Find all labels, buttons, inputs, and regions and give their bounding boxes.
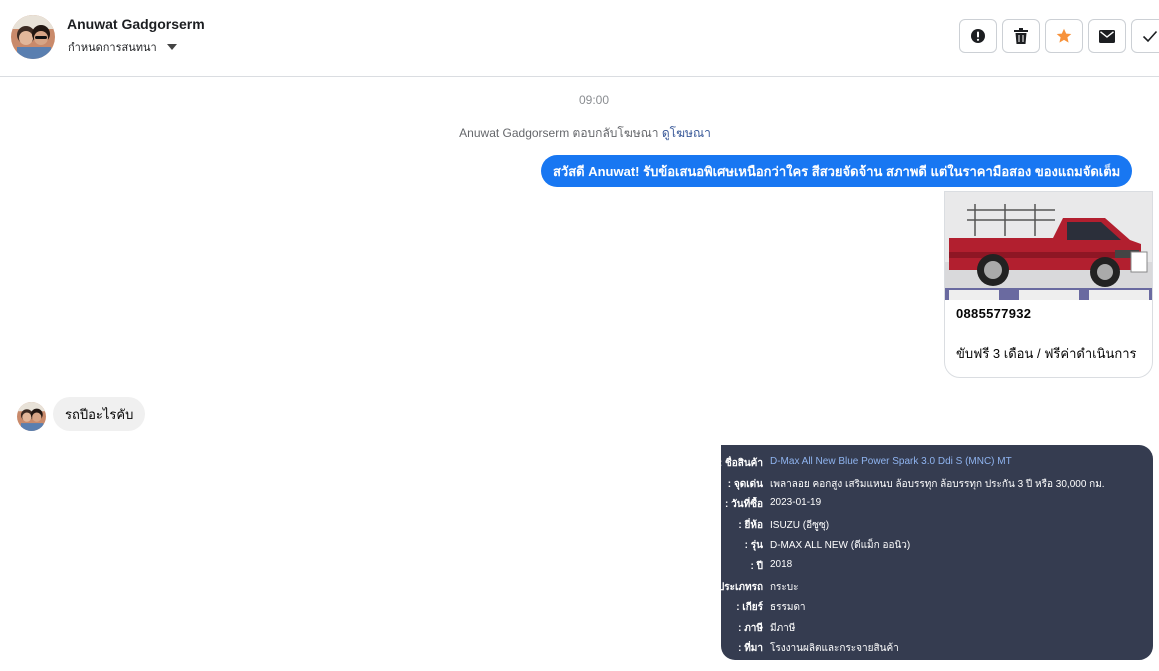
spec-value: ธรรมดา — [770, 602, 806, 614]
spec-value: โรงงานผลิตและกระจายสินค้า — [770, 643, 899, 655]
report-button[interactable] — [959, 19, 997, 53]
spec-row: ประเภทรถ : กระบะ — [721, 580, 1153, 600]
spec-value: D-MAX ALL NEW (ดีแม็ก ออนิว) — [770, 540, 911, 552]
spec-row: ยี่ห้อ : ISUZU (อีซูซุ) — [721, 518, 1153, 538]
spec-row: วันที่ซื้อ : 2023-01-19 — [721, 497, 1153, 517]
spec-label: ชื่อสินค้า : — [721, 458, 763, 469]
contact-name[interactable]: Anuwat Gadgorserm — [67, 16, 205, 32]
incoming-message[interactable]: รถปีอะไรคับ — [53, 397, 146, 431]
spec-row: เกียร์ : ธรรมดา — [721, 600, 1153, 620]
mark-unread-button[interactable] — [1088, 19, 1126, 53]
caret-down-icon — [166, 44, 177, 50]
conversation-label-text: กำหนดการสนทนา — [68, 42, 157, 54]
delete-button[interactable] — [1002, 19, 1040, 53]
mail-icon — [1099, 29, 1115, 43]
contact-avatar-small — [17, 402, 46, 431]
star-icon — [1056, 28, 1072, 43]
spec-value: เพลาลอย คอกสูง เสริมแหนบ ล้อบรรทุก ล้อบร… — [770, 478, 1105, 490]
spec-label: เกียร์ : — [736, 602, 763, 614]
spec-row: รุ่น : D-MAX ALL NEW (ดีแม็ก ออนิว) — [721, 538, 1153, 558]
spec-label: ที่มา : — [738, 643, 763, 655]
conversation-toolbar — [959, 19, 1159, 53]
outgoing-message[interactable]: สวัสดี Anuwat! รับข้อเสนอพิเศษเหนือกว่าใ… — [541, 155, 1133, 187]
done-button[interactable] — [1131, 19, 1159, 53]
spec-label: จุดเด่น : — [727, 478, 763, 490]
ad-card-image[interactable] — [945, 192, 1152, 300]
spec-row: จุดเด่น : เพลาลอย คอกสูง เสริมแหนบ ล้อบรร… — [721, 477, 1153, 497]
ad-reply-notice: Anuwat Gadgorserm ตอบกลับโฆษณา ดูโฆษณา — [0, 124, 1159, 143]
spec-label: ยี่ห้อ : — [738, 519, 763, 531]
ad-card-description: ขับฟรี 3 เดือน / ฟรีค่าดำเนินการ — [956, 346, 1137, 361]
spec-label: รุ่น : — [744, 540, 763, 552]
view-ad-link[interactable]: ดูโฆษณา — [662, 126, 711, 140]
spec-label: ภาษี : — [738, 622, 763, 634]
report-icon — [971, 29, 985, 43]
spec-label: ประเภทรถ : — [721, 581, 763, 593]
conversation-header: Anuwat Gadgorserm กำหนดการสนทนา — [0, 0, 1159, 77]
conversation-label-dropdown[interactable]: กำหนดการสนทนา — [68, 38, 177, 56]
spec-value: D-Max All New Blue Power Spark 3.0 Ddi S… — [770, 456, 1012, 467]
star-button[interactable] — [1045, 19, 1083, 53]
spec-image-message[interactable]: ชื่อสินค้า : D-Max All New Blue Power Spa… — [721, 445, 1153, 660]
trash-icon — [1014, 28, 1028, 44]
spec-row: ปี : 2018 — [721, 559, 1153, 579]
ad-card[interactable]: 0885577932 ขับฟรี 3 เดือน / ฟรีค่าดำเนิน… — [944, 191, 1153, 378]
spec-value: 2018 — [770, 559, 793, 570]
spec-value: ISUZU (อีซูซุ) — [770, 519, 830, 531]
spec-value: 2023-01-19 — [770, 497, 822, 509]
message-timestamp: 09:00 — [578, 93, 610, 107]
spec-row: ชื่อสินค้า : D-Max All New Blue Power Spa… — [721, 456, 1153, 476]
check-icon — [1142, 30, 1158, 42]
ad-reply-text: Anuwat Gadgorserm ตอบกลับโฆษณา — [459, 126, 659, 140]
spec-row: ที่มา : โรงงานผลิตและกระจายสินค้า — [721, 641, 1153, 660]
spec-label: ปี : — [750, 561, 763, 572]
ad-card-title: 0885577932 — [956, 306, 1032, 321]
spec-label: วันที่ซื้อ : — [725, 499, 763, 511]
contact-avatar[interactable] — [11, 15, 55, 59]
spec-value: กระบะ — [770, 581, 799, 593]
spec-row: ภาษี : มีภาษี — [721, 621, 1153, 641]
spec-value: มีภาษี — [770, 622, 796, 634]
